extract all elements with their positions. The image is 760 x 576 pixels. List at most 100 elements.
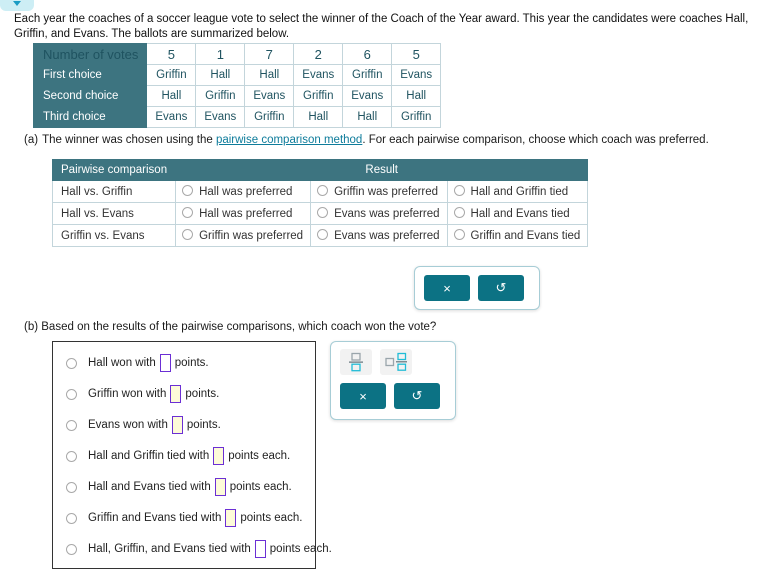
radio-label: Evans was preferred (334, 208, 440, 220)
points-input[interactable] (159, 354, 171, 372)
collapse-tab[interactable] (0, 0, 34, 11)
radio-label: Griffin was preferred (334, 186, 439, 198)
list-item[interactable]: Griffin won with points. (66, 385, 219, 403)
table-cell: Hall (391, 85, 442, 107)
radio-icon[interactable] (182, 207, 194, 218)
column-header-result: Result (175, 159, 589, 181)
part-b-instruction: (b) Based on the results of the pairwise… (24, 321, 436, 333)
radio-icon[interactable] (453, 229, 465, 240)
points-input[interactable] (254, 540, 266, 558)
points-input[interactable] (214, 478, 226, 496)
choice-text-before: Griffin won with (88, 388, 167, 400)
row-header: First choice (32, 64, 148, 86)
radio-option[interactable]: Hall was preferred (175, 180, 312, 203)
part-a-toolbar: × ↺ (414, 266, 540, 310)
part-a-text-before: The winner was chosen using the (42, 134, 213, 146)
pairwise-comparison-table: Pairwise comparison Result Hall vs. Grif… (51, 159, 589, 247)
table-cell: Evans (342, 85, 393, 107)
radio-icon[interactable] (317, 185, 329, 196)
radio-icon[interactable] (66, 543, 77, 555)
part-a-text-after: . For each pairwise comparison, choose w… (362, 134, 709, 146)
radio-icon[interactable] (182, 229, 194, 240)
table-cell: 2 (293, 43, 344, 65)
radio-option[interactable]: Griffin was preferred (310, 180, 448, 203)
radio-icon[interactable] (66, 388, 77, 400)
radio-label: Hall and Griffin tied (470, 186, 569, 198)
clear-button[interactable]: × (340, 383, 386, 409)
points-input[interactable] (171, 416, 183, 434)
problem-statement: Each year the coaches of a soccer league… (14, 13, 749, 40)
radio-icon[interactable] (66, 419, 77, 431)
radio-option[interactable]: Hall and Evans tied (446, 202, 589, 225)
column-header-comparison: Pairwise comparison (51, 159, 177, 181)
undo-button[interactable]: ↺ (394, 383, 440, 409)
fraction-template-icon[interactable] (340, 349, 372, 375)
table-cell: Evans (244, 85, 295, 107)
table-cell: 6 (342, 43, 393, 65)
radio-option[interactable]: Griffin was preferred (175, 224, 312, 247)
radio-option[interactable]: Evans was preferred (310, 224, 448, 247)
radio-icon[interactable] (453, 185, 465, 196)
comparison-label: Hall vs. Evans (51, 202, 177, 225)
choice-text-after: points each. (228, 450, 291, 462)
table-cell: Hall (195, 64, 246, 86)
pairwise-comparison-method-link[interactable]: pairwise comparison method (216, 134, 362, 146)
radio-icon[interactable] (66, 481, 77, 493)
table-row: Hall vs. Evans Hall was preferred Evans … (51, 202, 589, 225)
points-input[interactable] (225, 509, 237, 527)
list-item[interactable]: Hall won with points. (66, 354, 209, 372)
list-item[interactable]: Hall, Griffin, and Evans tied with point… (66, 540, 332, 558)
radio-label: Griffin was preferred (199, 230, 304, 242)
table-row: First choice Griffin Hall Hall Evans Gri… (32, 64, 442, 86)
table-cell: Griffin (293, 85, 344, 107)
comparison-label: Hall vs. Griffin (51, 180, 177, 203)
part-b-toolbar: × ↺ (330, 341, 456, 420)
radio-option[interactable]: Hall was preferred (175, 202, 312, 225)
radio-icon[interactable] (182, 185, 194, 196)
table-cell: 5 (146, 43, 197, 65)
radio-icon[interactable] (66, 512, 77, 524)
choice-text-before: Hall, Griffin, and Evans tied with (88, 543, 251, 555)
choice-text-after: points. (186, 419, 221, 431)
radio-icon[interactable] (66, 357, 77, 369)
table-row: Hall vs. Griffin Hall was preferred Grif… (51, 180, 589, 203)
table-cell: 5 (391, 43, 442, 65)
table-cell: Evans (195, 106, 246, 128)
radio-icon[interactable] (453, 207, 465, 218)
table-cell: Griffin (391, 106, 442, 128)
chevron-down-icon (13, 1, 21, 6)
choice-text-before: Hall won with (88, 357, 156, 369)
table-cell: Hall (146, 85, 197, 107)
list-item[interactable]: Griffin and Evans tied with points each. (66, 509, 302, 527)
radio-label: Griffin and Evans tied (470, 230, 581, 242)
undo-button[interactable]: ↺ (478, 275, 524, 301)
radio-option[interactable]: Hall and Griffin tied (446, 180, 589, 203)
radio-option[interactable]: Evans was preferred (310, 202, 448, 225)
list-item[interactable]: Evans won with points. (66, 416, 221, 434)
table-row: Griffin vs. Evans Griffin was preferred … (51, 224, 589, 247)
radio-option[interactable]: Griffin and Evans tied (446, 224, 589, 247)
row-header: Third choice (32, 106, 148, 128)
choice-text-before: Hall and Griffin tied with (88, 450, 210, 462)
clear-button[interactable]: × (424, 275, 470, 301)
table-cell: Griffin (195, 85, 246, 107)
row-header: Number of votes (32, 43, 148, 65)
radio-icon[interactable] (317, 207, 329, 218)
radio-icon[interactable] (317, 229, 329, 240)
table-cell: Hall (244, 64, 295, 86)
list-item[interactable]: Hall and Griffin tied with points each. (66, 447, 290, 465)
points-input[interactable] (213, 447, 225, 465)
radio-label: Hall was preferred (199, 186, 293, 198)
list-item[interactable]: Hall and Evans tied with points each. (66, 478, 292, 496)
table-cell: 1 (195, 43, 246, 65)
comparison-label: Griffin vs. Evans (51, 224, 177, 247)
table-cell: Griffin (146, 64, 197, 86)
choice-text-before: Evans won with (88, 419, 168, 431)
mixed-number-template-icon[interactable] (380, 349, 412, 375)
part-a-instruction: (a) The winner was chosen using the pairw… (24, 134, 709, 146)
points-input[interactable] (170, 385, 182, 403)
pairwise-table-head: Pairwise comparison Result (51, 159, 589, 181)
radio-icon[interactable] (66, 450, 77, 462)
ballot-summary-table: Number of votes 5 1 7 2 6 5 First choice… (32, 43, 442, 128)
choice-text-after: points. (185, 388, 220, 400)
